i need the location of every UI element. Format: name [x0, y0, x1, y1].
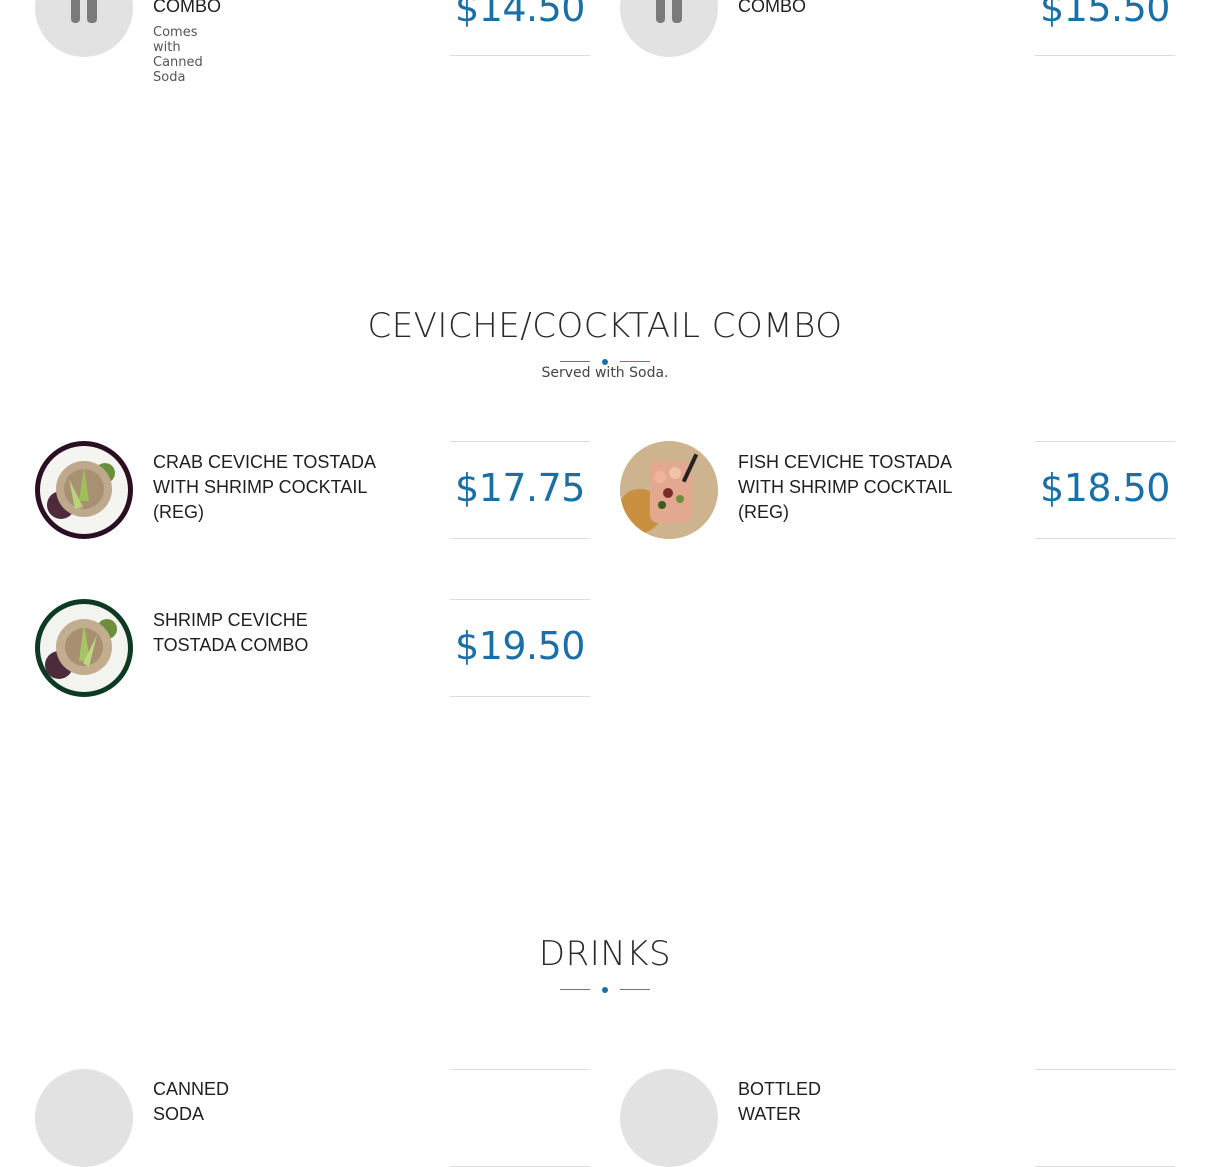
- item-name: SHRIMP CEVICHE TOSTADA COMBO: [153, 610, 309, 655]
- section-divider: [560, 986, 650, 994]
- item-description: Comes with Canned Soda: [153, 25, 203, 85]
- item-name: CANNED SODA: [153, 1079, 230, 1124]
- shrimp-ceviche-photo: [35, 599, 133, 697]
- item-price: $14.50: [455, 0, 585, 30]
- fork-knife-icon: [620, 1069, 718, 1167]
- item-price: $15.50: [1040, 0, 1170, 30]
- item-price: $18.50: [1040, 466, 1170, 510]
- item-name: BOTTLED WATER: [738, 1079, 822, 1124]
- fish-ceviche-photo: [620, 441, 718, 539]
- item-price: $17.75: [455, 466, 585, 510]
- item-name: COMBO: [153, 0, 222, 16]
- fork-knife-icon: [620, 0, 718, 57]
- fork-knife-icon: [35, 1069, 133, 1167]
- section-subtitle: Served with Soda.: [541, 365, 669, 381]
- item-name: CRAB CEVICHE TOSTADA WITH SHRIMP COCKTAI…: [153, 452, 376, 522]
- item-name: COMBO: [738, 0, 807, 16]
- section-title: DRINKS: [538, 934, 672, 974]
- price-box: [450, 1069, 590, 1167]
- item-price: $19.50: [455, 624, 585, 668]
- crab-ceviche-photo: [35, 441, 133, 539]
- section-title: CEVICHE/COCKTAIL COMBO: [367, 306, 843, 346]
- fork-knife-icon: [35, 0, 133, 57]
- item-name: FISH CEVICHE TOSTADA WITH SHRIMP COCKTAI…: [738, 452, 952, 522]
- price-box: [1035, 1069, 1175, 1167]
